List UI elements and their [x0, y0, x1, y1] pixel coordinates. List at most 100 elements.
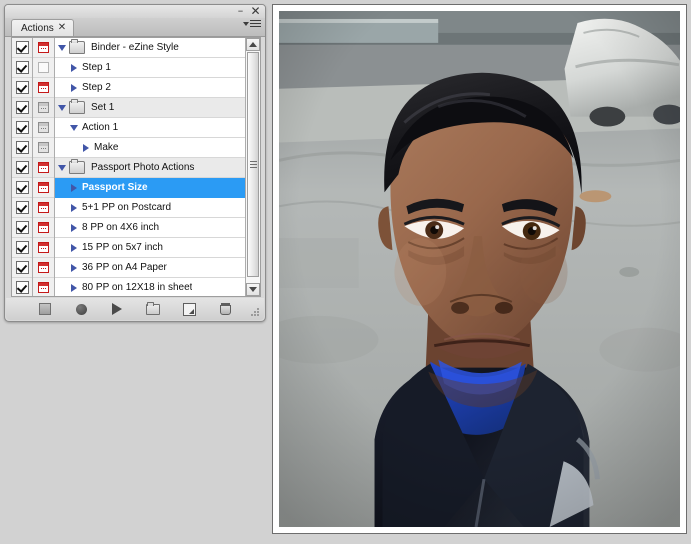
checkmark-icon[interactable] [15, 281, 29, 294]
toggle-item-on-off[interactable] [12, 38, 32, 58]
toggle-dialog-on-off[interactable] [33, 58, 54, 78]
list-item[interactable]: Passport Photo Actions [55, 158, 245, 178]
dialog-toggle-icon[interactable] [38, 42, 49, 53]
toggle-dialog-on-off[interactable] [33, 138, 54, 158]
toggle-dialog-on-off[interactable] [33, 258, 54, 278]
toggle-item-on-off[interactable] [12, 78, 32, 98]
minimize-icon[interactable]: – [234, 5, 247, 18]
toggle-item-on-off[interactable] [12, 118, 32, 138]
scrollbar-track[interactable] [246, 51, 260, 283]
stop-icon [39, 303, 51, 315]
disclosure-triangle-open-icon[interactable] [57, 165, 67, 171]
dialog-toggle-icon[interactable] [38, 262, 49, 273]
checkmark-icon[interactable] [15, 101, 29, 114]
toggle-item-on-off[interactable] [12, 218, 32, 238]
tab-close-icon[interactable]: ✕ [58, 23, 66, 33]
toggle-dialog-on-off[interactable] [33, 158, 54, 178]
panel-menu-icon[interactable] [243, 20, 261, 27]
begin-recording-button[interactable] [74, 302, 88, 316]
toggle-item-on-off[interactable] [12, 178, 32, 198]
list-item[interactable]: Make [55, 138, 245, 158]
scrollbar-thumb[interactable] [247, 52, 259, 277]
delete-button[interactable] [218, 302, 232, 316]
list-item-selected[interactable]: Passport Size [55, 178, 245, 198]
toggle-dialog-on-off[interactable] [33, 198, 54, 218]
toggle-item-on-off[interactable] [12, 98, 32, 118]
panel-titlebar[interactable]: – ✕ [5, 5, 265, 18]
disclosure-triangle-closed-icon[interactable] [69, 204, 79, 212]
list-item[interactable]: 80 PP on 12X18 in sheet [55, 278, 245, 296]
checkmark-icon[interactable] [15, 181, 29, 194]
checkmark-icon[interactable] [15, 61, 29, 74]
list-item[interactable]: Binder - eZine Style [55, 38, 245, 58]
checkmark-icon[interactable] [15, 261, 29, 274]
toggle-dialog-on-off[interactable] [33, 118, 54, 138]
toggle-dialog-on-off[interactable] [33, 278, 54, 296]
disclosure-triangle-open-icon[interactable] [69, 125, 79, 131]
disclosure-triangle-closed-icon[interactable] [81, 144, 91, 152]
dialog-toggle-icon[interactable] [38, 122, 49, 133]
checkmark-icon[interactable] [15, 41, 29, 54]
dialog-toggle-icon[interactable] [38, 162, 49, 173]
checkmark-icon[interactable] [15, 201, 29, 214]
list-item[interactable]: Step 2 [55, 78, 245, 98]
close-icon[interactable]: ✕ [249, 5, 262, 18]
dialog-toggle-icon[interactable] [38, 282, 49, 293]
toggle-item-on-off[interactable] [12, 238, 32, 258]
disclosure-triangle-closed-icon[interactable] [69, 84, 79, 92]
disclosure-triangle-closed-icon[interactable] [69, 64, 79, 72]
tab-actions[interactable]: Actions ✕ [11, 19, 75, 36]
dialog-toggle-icon[interactable] [38, 182, 49, 193]
play-selection-button[interactable] [110, 302, 124, 316]
create-new-set-button[interactable] [146, 301, 160, 316]
list-item[interactable]: 5+1 PP on Postcard [55, 198, 245, 218]
disclosure-triangle-open-icon[interactable] [57, 45, 67, 51]
list-item[interactable]: 8 PP on 4X6 inch [55, 218, 245, 238]
checkmark-icon[interactable] [15, 161, 29, 174]
disclosure-triangle-open-icon[interactable] [57, 105, 67, 111]
vertical-scrollbar[interactable] [245, 38, 260, 296]
toggle-dialog-on-off[interactable] [33, 178, 54, 198]
toggle-item-on-off[interactable] [12, 138, 32, 158]
list-item-label: Action 1 [82, 122, 119, 133]
dialog-toggle-icon[interactable] [38, 102, 49, 113]
list-item[interactable]: Step 1 [55, 58, 245, 78]
scroll-down-arrow-icon[interactable] [246, 283, 260, 296]
checkmark-icon[interactable] [15, 121, 29, 134]
dialog-toggle-icon[interactable] [38, 222, 49, 233]
toggle-item-on-off[interactable] [12, 198, 32, 218]
checkmark-icon[interactable] [15, 241, 29, 254]
folder-icon [69, 159, 85, 174]
scroll-up-arrow-icon[interactable] [246, 38, 260, 51]
dialog-toggle-icon[interactable] [38, 202, 49, 213]
toggle-dialog-on-off[interactable] [33, 238, 54, 258]
toggle-dialog-on-off[interactable] [33, 78, 54, 98]
list-item[interactable]: 15 PP on 5x7 inch [55, 238, 245, 258]
list-item[interactable]: Action 1 [55, 118, 245, 138]
stop-playing-recording-button[interactable] [38, 302, 52, 316]
toggle-item-on-off[interactable] [12, 158, 32, 178]
folder-icon [69, 39, 85, 54]
checkmark-icon[interactable] [15, 221, 29, 234]
toggle-item-on-off[interactable] [12, 58, 32, 78]
toggle-item-on-off[interactable] [12, 258, 32, 278]
toggle-dialog-on-off[interactable] [33, 218, 54, 238]
disclosure-triangle-closed-icon[interactable] [69, 184, 79, 192]
dialog-toggle-icon[interactable] [38, 242, 49, 253]
list-item[interactable]: 36 PP on A4 Paper [55, 258, 245, 278]
disclosure-triangle-closed-icon[interactable] [69, 264, 79, 272]
dialog-toggle-icon[interactable] [38, 82, 49, 93]
toggle-dialog-on-off[interactable] [33, 98, 54, 118]
toggle-dialog-on-off[interactable] [33, 38, 54, 58]
toggle-item-on-off[interactable] [12, 278, 32, 296]
checkmark-icon[interactable] [15, 141, 29, 154]
list-item[interactable]: Set 1 [55, 98, 245, 118]
dialog-toggle-icon[interactable] [38, 62, 49, 73]
dialog-toggle-icon[interactable] [38, 142, 49, 153]
disclosure-triangle-closed-icon[interactable] [69, 284, 79, 292]
checkmark-icon[interactable] [15, 81, 29, 94]
resize-grip-icon[interactable] [251, 308, 260, 317]
disclosure-triangle-closed-icon[interactable] [69, 244, 79, 252]
create-new-action-button[interactable] [182, 302, 196, 316]
disclosure-triangle-closed-icon[interactable] [69, 224, 79, 232]
